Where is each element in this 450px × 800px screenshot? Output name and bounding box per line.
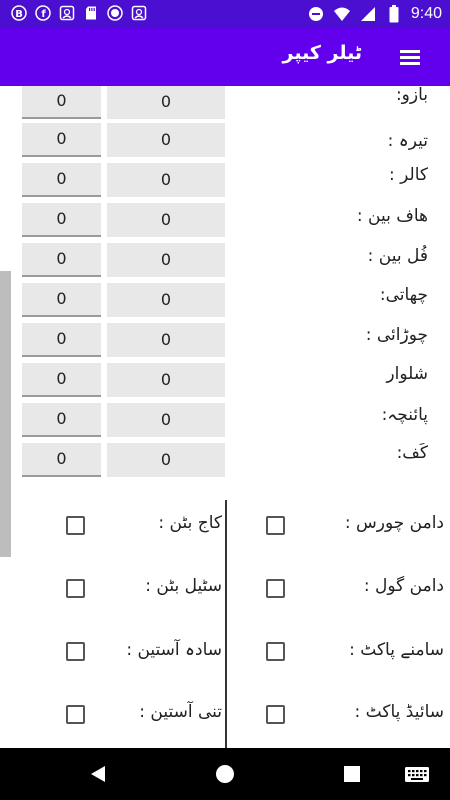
measurement-input-a[interactable]: 0 <box>22 86 101 119</box>
app-screen: B f 9:40 ٹیلر کیپر 0 0 بازو: 0 0 تیرہ: … <box>0 0 450 800</box>
measurement-label: چھاتی: <box>379 285 428 305</box>
option-label: سائیڈ پاکٹ : <box>354 702 444 722</box>
option-row: دامن چورس : <box>230 507 450 547</box>
measurement-row: 0 0 تیرہ : <box>0 123 450 163</box>
measurement-input-b[interactable]: 0 <box>107 243 225 277</box>
svg-text:f: f <box>41 9 46 20</box>
measurement-row: 0 0 چوڑائی : <box>0 323 450 363</box>
measurement-input-a[interactable]: 0 <box>22 243 101 277</box>
option-row: سامنے پاکٹ : <box>230 633 450 673</box>
hamburger-menu-icon[interactable] <box>398 45 422 69</box>
measurement-input-a[interactable]: 0 <box>22 123 101 157</box>
measurement-label: فُل بین : <box>367 246 428 266</box>
measurement-input-a[interactable]: 0 <box>22 363 101 397</box>
measurement-row: 0 0 ھاف بین : <box>0 203 450 243</box>
measurement-input-b[interactable]: 0 <box>107 323 225 357</box>
measurement-row: 0 0 شلوار <box>0 363 450 403</box>
keyboard-icon[interactable] <box>404 762 430 786</box>
battery-icon <box>385 5 403 23</box>
photo-icon-2 <box>130 4 148 22</box>
measurement-input-b[interactable]: 0 <box>107 283 225 317</box>
app-bar: ٹیلر کیپر <box>0 28 450 86</box>
measurement-input-b[interactable]: 0 <box>107 443 225 477</box>
measurement-input-b[interactable]: 0 <box>107 123 225 157</box>
measurement-label: شلوار <box>386 364 428 384</box>
notification-icons: B f <box>10 4 148 22</box>
measurement-input-b[interactable]: 0 <box>107 203 225 237</box>
clock: 9:40 <box>410 5 442 22</box>
measurement-input-b[interactable]: 0 <box>107 363 225 397</box>
measurement-input-b[interactable]: 0 <box>107 86 225 119</box>
measurement-label: بازو: <box>395 86 428 105</box>
measurement-row: 0 0 چھاتی: <box>0 283 450 323</box>
measurement-label: ھاف بین : <box>356 206 428 226</box>
option-row: سٹیل بٹن : <box>2 570 222 610</box>
option-checkbox[interactable] <box>66 705 85 724</box>
recents-icon[interactable] <box>340 762 364 786</box>
measurement-input-a[interactable]: 0 <box>22 163 101 197</box>
option-checkbox[interactable] <box>266 705 285 724</box>
measurement-label: چوڑائی : <box>365 325 428 345</box>
option-label: دامن گول : <box>363 576 444 596</box>
measurement-label: تیرہ : <box>387 131 428 151</box>
measurement-input-a[interactable]: 0 <box>22 323 101 357</box>
option-row: دامن گول : <box>230 570 450 610</box>
system-icons: 9:40 <box>307 4 442 24</box>
measurement-input-a[interactable]: 0 <box>22 403 101 437</box>
sd-card-icon <box>82 4 100 22</box>
measurement-input-a[interactable]: 0 <box>22 283 101 317</box>
measurement-row: 0 0 بازو: <box>0 86 450 125</box>
option-checkbox[interactable] <box>266 579 285 598</box>
measurement-row: 0 0 پائنچہ: <box>0 403 450 443</box>
photo-icon <box>58 4 76 22</box>
measurement-input-a[interactable]: 0 <box>22 443 101 477</box>
option-label: تنی آستین : <box>139 702 222 722</box>
wifi-icon <box>333 5 351 23</box>
option-label: کاج بٹن : <box>158 513 222 533</box>
option-row: کاج بٹن : <box>2 507 222 547</box>
option-checkbox[interactable] <box>266 516 285 535</box>
measurement-row: 0 0 کَف: <box>0 443 450 483</box>
measurement-input-b[interactable]: 0 <box>107 403 225 437</box>
option-label: سامنے پاکٹ : <box>349 640 444 660</box>
dnd-icon <box>307 5 325 23</box>
b-circle-icon: B <box>10 4 28 22</box>
option-label: سادہ آستین : <box>126 640 222 660</box>
navigation-bar <box>0 748 450 800</box>
option-row: تنی آستین : <box>2 696 222 736</box>
option-row: سادہ آستین : <box>2 633 222 673</box>
option-checkbox[interactable] <box>66 516 85 535</box>
record-icon <box>106 4 124 22</box>
measurement-label: کَف: <box>396 443 428 463</box>
status-bar: B f 9:40 <box>0 0 450 28</box>
measurement-row: 0 0 فُل بین : <box>0 243 450 283</box>
option-checkbox[interactable] <box>66 579 85 598</box>
measurement-label: پائنچہ: <box>381 405 428 425</box>
option-checkbox[interactable] <box>266 642 285 661</box>
option-row: سائیڈ پاکٹ : <box>230 696 450 736</box>
facebook-icon: f <box>34 4 52 22</box>
measurement-form[interactable]: 0 0 بازو: 0 0 تیرہ : 0 0 کالر : 0 0 ھاف … <box>0 86 450 748</box>
measurement-row: 0 0 کالر : <box>0 163 450 203</box>
measurement-label: کالر : <box>389 165 428 185</box>
column-divider <box>225 500 227 748</box>
option-label: سٹیل بٹن : <box>145 576 222 596</box>
home-icon[interactable] <box>213 762 237 786</box>
back-icon[interactable] <box>86 762 110 786</box>
measurement-input-a[interactable]: 0 <box>22 203 101 237</box>
signal-icon <box>359 5 377 23</box>
option-label: دامن چورس : <box>344 513 444 533</box>
option-checkbox[interactable] <box>66 642 85 661</box>
svg-text:B: B <box>15 9 23 20</box>
app-title: ٹیلر کیپر <box>282 42 362 64</box>
measurement-input-b[interactable]: 0 <box>107 163 225 197</box>
